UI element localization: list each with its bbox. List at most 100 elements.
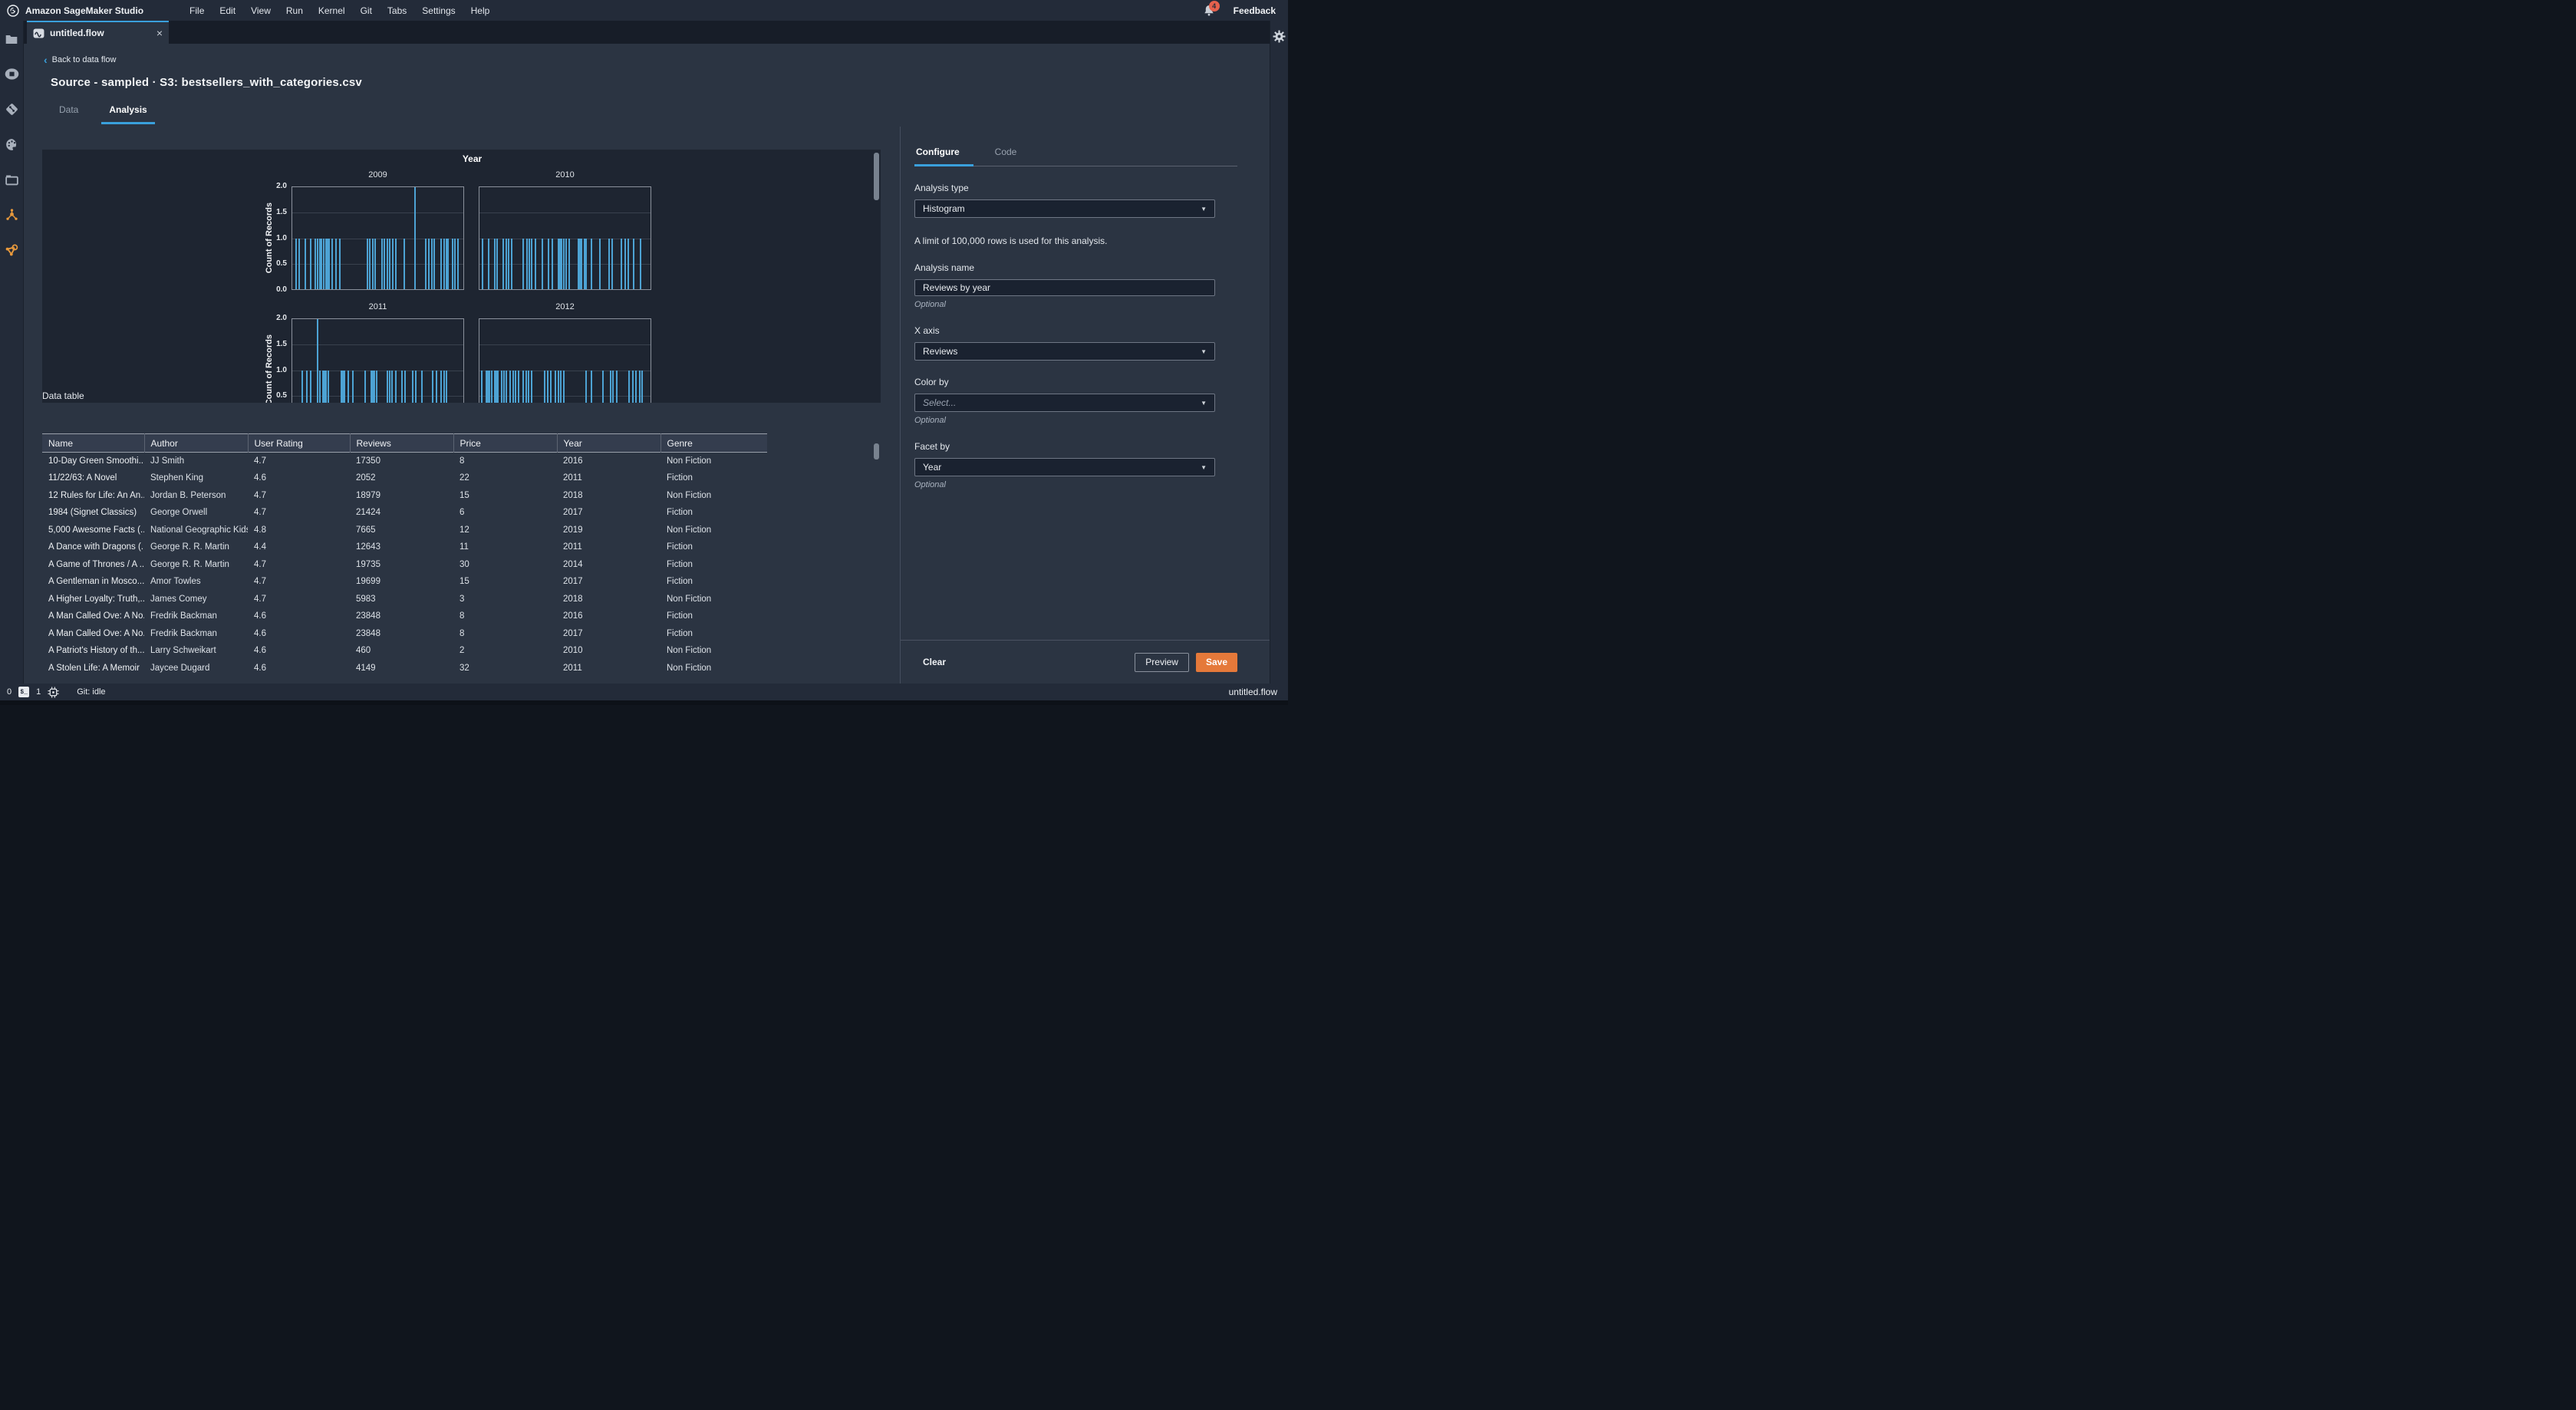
histogram-bar bbox=[510, 238, 512, 289]
cell: Fiction bbox=[667, 559, 693, 569]
config-footer: Clear Preview Save bbox=[901, 640, 1270, 684]
analysis-name-input[interactable]: Reviews by year bbox=[914, 279, 1215, 296]
menu-item-settings[interactable]: Settings bbox=[422, 5, 455, 16]
notifications-button[interactable]: 4 bbox=[1203, 0, 1220, 18]
menu-item-view[interactable]: View bbox=[251, 5, 271, 16]
table-row[interactable]: A Higher Loyalty: Truth,... James Comey 4.… bbox=[42, 591, 767, 608]
cell: 30 bbox=[460, 559, 469, 569]
table-row[interactable]: 1984 (Signet Classics) George Orwell 4.7 21… bbox=[42, 504, 767, 522]
cell: 2016 bbox=[563, 611, 583, 621]
cell: 11 bbox=[460, 542, 469, 552]
facet-by-select[interactable]: Year ▼ bbox=[914, 458, 1215, 476]
gear-icon[interactable] bbox=[1273, 30, 1286, 684]
save-button[interactable]: Save bbox=[1195, 652, 1237, 672]
table-row[interactable]: 11/22/63: A Novel Stephen King 4.6 2052 22 20… bbox=[42, 469, 767, 487]
histogram-bar bbox=[414, 187, 416, 289]
file-browser-icon[interactable] bbox=[0, 27, 24, 51]
commands-palette-icon[interactable] bbox=[0, 133, 24, 156]
notification-badge: 4 bbox=[1208, 0, 1220, 12]
column-header-name[interactable]: Name bbox=[42, 433, 145, 453]
cell: 2019 bbox=[563, 525, 583, 535]
cell: Stephen King bbox=[150, 473, 204, 483]
cell: 4.4 bbox=[254, 542, 266, 552]
sagemaker-logo-icon bbox=[7, 4, 19, 17]
cell: 4.7 bbox=[254, 456, 266, 466]
running-kernels-icon[interactable] bbox=[0, 62, 24, 86]
histogram-bar bbox=[380, 238, 383, 289]
table-row[interactable]: A Patriot's History of th... Larry Schwei… bbox=[42, 642, 767, 660]
histogram-bar bbox=[506, 238, 508, 289]
table-row[interactable]: A Game of Thrones / A ... George R. R. Ma… bbox=[42, 556, 767, 574]
histogram-bar bbox=[388, 370, 390, 403]
menu-item-help[interactable]: Help bbox=[471, 5, 490, 16]
x-axis-select[interactable]: Reviews ▼ bbox=[914, 342, 1215, 361]
feedback-button[interactable]: Feedback bbox=[1234, 5, 1276, 16]
histogram-bar bbox=[509, 370, 511, 403]
cell: 3 bbox=[460, 594, 465, 604]
histogram-bar bbox=[638, 370, 641, 403]
cell: 2017 bbox=[563, 508, 583, 518]
facet-label: 2012 bbox=[555, 302, 575, 311]
histogram-bar bbox=[392, 238, 394, 289]
menu-item-kernel[interactable]: Kernel bbox=[318, 5, 345, 16]
histogram-bar bbox=[631, 370, 634, 403]
table-row[interactable]: A Gentleman in Mosco... Amor Towles 4.7 196… bbox=[42, 573, 767, 591]
cell: 17350 bbox=[356, 456, 380, 466]
column-header-user-rating[interactable]: User Rating bbox=[248, 433, 351, 453]
config-form: Analysis type Histogram ▼ A limit of 100… bbox=[914, 183, 1215, 489]
analysis-type-select[interactable]: Histogram ▼ bbox=[914, 199, 1215, 218]
color-by-select[interactable]: Select... ▼ bbox=[914, 394, 1215, 412]
cell: A Man Called Ove: A No... bbox=[48, 611, 144, 621]
menu-item-tabs[interactable]: Tabs bbox=[387, 5, 407, 16]
left-sidebar bbox=[0, 21, 24, 684]
histogram-bar bbox=[443, 370, 445, 403]
column-header-genre[interactable]: Genre bbox=[660, 434, 767, 453]
cell: 2 bbox=[460, 646, 465, 656]
histogram-bar bbox=[515, 370, 517, 403]
histogram-bar bbox=[440, 238, 443, 289]
experiments-cluster-icon[interactable] bbox=[0, 203, 24, 227]
table-row[interactable]: 12 Rules for Life: An An... Jordan B. Pet… bbox=[42, 487, 767, 505]
histogram-bar bbox=[635, 370, 637, 403]
histogram-bar bbox=[386, 238, 388, 289]
table-scrollbar[interactable] bbox=[874, 443, 879, 460]
clear-button[interactable]: Clear bbox=[923, 657, 946, 667]
open-tabs-icon[interactable] bbox=[0, 168, 24, 192]
close-icon[interactable]: × bbox=[156, 28, 163, 38]
git-icon[interactable] bbox=[0, 97, 24, 121]
menu-item-file[interactable]: File bbox=[189, 5, 204, 16]
menu-item-run[interactable]: Run bbox=[286, 5, 303, 16]
table-row[interactable]: A Man Called Ove: A No... Fredrik Backman… bbox=[42, 608, 767, 625]
cell: Jaycee Dugard bbox=[150, 663, 210, 673]
table-row[interactable]: 5,000 Awesome Facts (... National Geograp… bbox=[42, 522, 767, 539]
table-row[interactable]: 10-Day Green Smoothi... JJ Smith 4.7 17350 8… bbox=[42, 453, 767, 470]
cell: A Stolen Life: A Memoir bbox=[48, 663, 140, 673]
histogram-bar bbox=[611, 238, 614, 289]
chart-scrollbar[interactable] bbox=[874, 153, 879, 200]
table-row[interactable]: A Man Called Ove: A No... Fredrik Backman… bbox=[42, 625, 767, 643]
preview-button[interactable]: Preview bbox=[1135, 652, 1189, 672]
menu-item-git[interactable]: Git bbox=[361, 5, 372, 16]
tab-configure[interactable]: Configure bbox=[914, 147, 973, 166]
histogram-chart[interactable]: Year 2009 2.0 1.5 1.0 0.5 0.0 Count of Records 2… bbox=[42, 150, 881, 403]
facet-panel-2012 bbox=[479, 318, 651, 403]
tab-untitled-flow[interactable]: untitled.flow × bbox=[27, 21, 169, 44]
table-row[interactable]: A Dance with Dragons (... George R. R. Ma… bbox=[42, 539, 767, 556]
data-table[interactable]: Name Author User Rating Reviews Price Year Gen… bbox=[42, 433, 881, 679]
column-header-reviews[interactable]: Reviews bbox=[350, 433, 454, 453]
cell: James Comey bbox=[150, 594, 207, 604]
cell: 4.7 bbox=[254, 577, 266, 587]
cell: Fredrik Backman bbox=[150, 611, 217, 621]
terminal-icon[interactable]: $_ bbox=[18, 687, 30, 697]
histogram-bar bbox=[489, 370, 491, 403]
column-header-author[interactable]: Author bbox=[144, 433, 249, 453]
column-header-price[interactable]: Price bbox=[453, 433, 558, 453]
tab-code[interactable]: Code bbox=[993, 147, 1031, 166]
pipeline-graph-icon[interactable] bbox=[0, 239, 24, 262]
cell: 21424 bbox=[356, 508, 380, 518]
menu-item-edit[interactable]: Edit bbox=[219, 5, 236, 16]
table-row[interactable]: A Stolen Life: A Memoir Jaycee Dugard 4.6 4… bbox=[42, 660, 767, 677]
cpu-icon[interactable] bbox=[48, 686, 59, 698]
column-header-year[interactable]: Year bbox=[557, 433, 661, 453]
cell: A Patriot's History of th... bbox=[48, 646, 144, 656]
